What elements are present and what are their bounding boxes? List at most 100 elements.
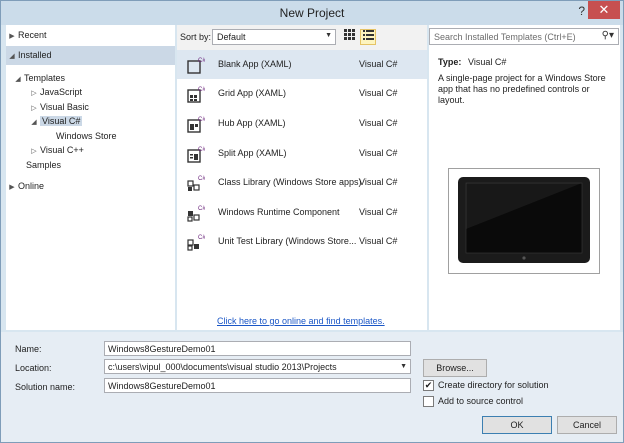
split-app-icon: C# bbox=[187, 147, 205, 163]
chevron-down-icon: ▼ bbox=[325, 32, 332, 39]
grid-view-icon bbox=[343, 29, 355, 40]
javascript-node[interactable]: ▷ JavaScript bbox=[28, 85, 82, 101]
visual-basic-label: Visual Basic bbox=[40, 102, 89, 112]
svg-text:C#: C# bbox=[198, 206, 205, 212]
collapse-arrow-icon: ◢ bbox=[15, 76, 21, 83]
template-language: Visual C# bbox=[359, 59, 398, 69]
template-language: Visual C# bbox=[359, 148, 398, 158]
details-panel: Search Installed Templates (Ctrl+E) ⚲▾ T… bbox=[429, 25, 620, 330]
class-library-icon: C# bbox=[187, 176, 205, 191]
templates-label: Templates bbox=[24, 73, 66, 83]
browse-button[interactable]: Browse... bbox=[423, 359, 487, 377]
search-placeholder: Search Installed Templates (Ctrl+E) bbox=[434, 32, 576, 42]
recent-label: Recent bbox=[18, 30, 47, 40]
templates-panel: Sort by: Default ▼ C# Blank App (XAML) V… bbox=[177, 25, 427, 330]
create-directory-label: Create directory for solution bbox=[438, 380, 549, 390]
new-project-dialog: New Project ? ✕ ▶ Recent ◢ Installed ◢ Temp… bbox=[0, 0, 624, 443]
template-name: Class Library (Windows Store apps) bbox=[218, 177, 362, 187]
solution-name-field[interactable]: Windows8GestureDemo01 bbox=[104, 378, 411, 393]
svg-text:C#: C# bbox=[198, 176, 205, 182]
ok-button[interactable]: OK bbox=[482, 416, 552, 434]
search-input[interactable]: Search Installed Templates (Ctrl+E) ⚲▾ bbox=[429, 28, 619, 45]
template-item[interactable]: C# Split App (XAML) Visual C# bbox=[177, 139, 427, 168]
sort-by-dropdown[interactable]: Default ▼ bbox=[212, 29, 336, 45]
solution-name-label: Solution name: bbox=[15, 382, 76, 392]
expand-arrow-icon: ▶ bbox=[9, 184, 15, 191]
search-icon[interactable]: ⚲▾ bbox=[602, 30, 614, 41]
sort-by-value: Default bbox=[217, 32, 246, 42]
location-value: c:\users\vipul_000\documents\visual stud… bbox=[108, 362, 337, 372]
visual-csharp-node[interactable]: ◢ Visual C# bbox=[28, 114, 83, 130]
location-label: Location: bbox=[15, 363, 52, 373]
template-language: Visual C# bbox=[359, 118, 398, 128]
svg-text:C#: C# bbox=[198, 87, 205, 93]
type-label: Type: bbox=[438, 57, 462, 67]
template-item[interactable]: C# Windows Runtime Component Visual C# bbox=[177, 198, 427, 227]
recent-node[interactable]: ▶ Recent bbox=[6, 26, 175, 45]
name-label: Name: bbox=[15, 344, 42, 354]
small-icons-view-button[interactable] bbox=[341, 29, 357, 45]
name-field[interactable]: Windows8GestureDemo01 bbox=[104, 341, 411, 356]
expand-arrow-icon: ▷ bbox=[31, 90, 37, 97]
runtime-component-icon: C# bbox=[187, 206, 205, 222]
online-node[interactable]: ▶ Online bbox=[6, 177, 175, 196]
add-source-control-checkbox[interactable] bbox=[423, 396, 434, 407]
svg-text:C#: C# bbox=[198, 147, 205, 153]
template-item[interactable]: C# Unit Test Library (Windows Store... V… bbox=[177, 227, 427, 256]
windows-store-node[interactable]: Windows Store bbox=[56, 129, 117, 143]
javascript-label: JavaScript bbox=[40, 87, 83, 97]
add-source-control-label: Add to source control bbox=[438, 396, 524, 406]
visual-cpp-node[interactable]: ▷ Visual C++ bbox=[28, 143, 84, 159]
online-label: Online bbox=[18, 181, 45, 191]
svg-text:C#: C# bbox=[198, 58, 205, 64]
template-language: Visual C# bbox=[359, 236, 398, 246]
installed-node[interactable]: ◢ Installed bbox=[6, 46, 175, 65]
hub-app-icon: C# bbox=[187, 117, 205, 133]
unit-test-icon: C# bbox=[187, 235, 205, 251]
template-language: Visual C# bbox=[359, 88, 398, 98]
template-language: Visual C# bbox=[359, 207, 398, 217]
title-bar: New Project ? ✕ bbox=[1, 1, 623, 25]
location-field[interactable]: c:\users\vipul_000\documents\visual stud… bbox=[104, 359, 411, 374]
svg-text:C#: C# bbox=[198, 235, 205, 241]
template-item[interactable]: C# Blank App (XAML) Visual C# bbox=[177, 50, 427, 79]
samples-node[interactable]: Samples bbox=[26, 158, 61, 172]
categories-panel: ▶ Recent ◢ Installed ◢ Templates ▷ JavaScrip… bbox=[6, 25, 175, 330]
list-view-icon bbox=[362, 30, 374, 40]
close-button[interactable]: ✕ bbox=[588, 1, 620, 19]
collapse-arrow-icon: ◢ bbox=[9, 53, 15, 60]
installed-label: Installed bbox=[18, 50, 52, 60]
template-language: Visual C# bbox=[359, 177, 398, 187]
help-button[interactable]: ? bbox=[578, 4, 585, 18]
template-name: Hub App (XAML) bbox=[218, 118, 286, 128]
template-item[interactable]: C# Hub App (XAML) Visual C# bbox=[177, 109, 427, 138]
template-name: Unit Test Library (Windows Store... bbox=[218, 236, 357, 246]
svg-text:C#: C# bbox=[198, 117, 205, 123]
create-directory-checkbox[interactable]: ✔ bbox=[423, 380, 434, 391]
template-item[interactable]: C# Class Library (Windows Store apps) Vi… bbox=[177, 168, 427, 197]
visual-cpp-label: Visual C++ bbox=[40, 145, 84, 155]
template-description: A single-page project for a Windows Stor… bbox=[438, 73, 606, 105]
template-name: Split App (XAML) bbox=[218, 148, 287, 158]
expand-arrow-icon: ▶ bbox=[9, 33, 15, 40]
type-value: Visual C# bbox=[468, 57, 507, 67]
collapse-arrow-icon: ◢ bbox=[31, 119, 37, 126]
samples-label: Samples bbox=[26, 160, 62, 170]
expand-arrow-icon: ▷ bbox=[31, 148, 37, 155]
visual-csharp-label: Visual C# bbox=[40, 116, 83, 126]
project-settings-form: Name: Windows8GestureDemo01 Location: c:… bbox=[1, 332, 623, 442]
windows-store-label: Windows Store bbox=[56, 131, 117, 141]
find-templates-online-link[interactable]: Click here to go online and find templat… bbox=[217, 316, 385, 326]
blank-app-icon: C# bbox=[187, 58, 205, 74]
template-name: Windows Runtime Component bbox=[218, 207, 340, 217]
chevron-down-icon[interactable]: ▼ bbox=[400, 363, 407, 370]
template-item[interactable]: C# Grid App (XAML) Visual C# bbox=[177, 79, 427, 108]
window-title: New Project bbox=[279, 6, 345, 20]
sort-by-label: Sort by: bbox=[180, 32, 212, 42]
cancel-button[interactable]: Cancel bbox=[557, 416, 617, 434]
grid-app-icon: C# bbox=[187, 87, 205, 103]
tablet-icon bbox=[458, 177, 590, 263]
template-name: Grid App (XAML) bbox=[218, 88, 287, 98]
list-view-button[interactable] bbox=[360, 29, 376, 45]
template-preview bbox=[448, 168, 600, 274]
